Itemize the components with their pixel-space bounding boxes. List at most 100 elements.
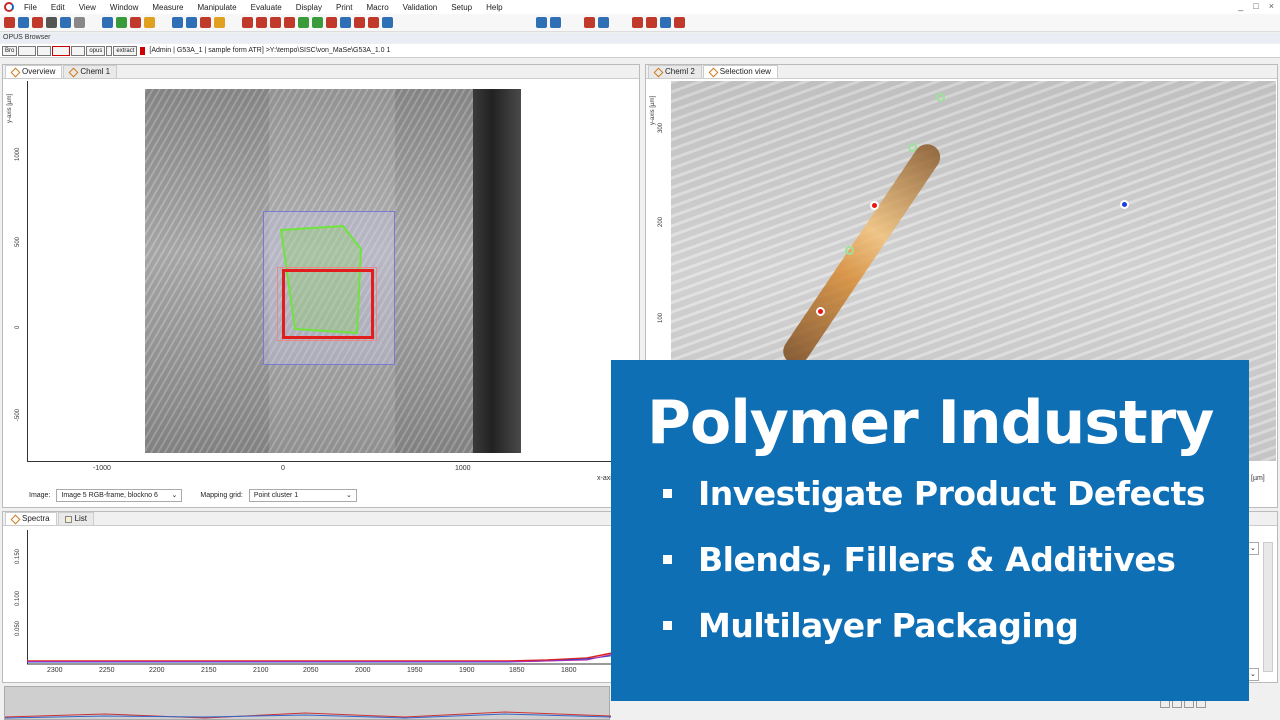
spectra-x-tick: 2050 <box>303 667 319 674</box>
mapping-area[interactable] <box>282 269 374 339</box>
measurement-point[interactable] <box>845 246 854 255</box>
menu-manipulate[interactable]: Manipulate <box>197 3 236 12</box>
measurement-point-selected[interactable] <box>816 307 825 316</box>
opus-logo-icon[interactable] <box>4 2 14 12</box>
measurement-point[interactable] <box>936 93 945 102</box>
tab-overview-label: Overview <box>22 67 56 76</box>
sample-icon[interactable] <box>116 17 127 28</box>
menu-measure[interactable]: Measure <box>152 3 183 12</box>
tab-cheml-1[interactable]: Cheml 1 <box>63 65 118 78</box>
tab-spectra[interactable]: Spectra <box>5 512 57 525</box>
window-2-icon[interactable] <box>646 17 657 28</box>
menu-display[interactable]: Display <box>296 3 322 12</box>
measurement-point-reference[interactable] <box>1120 200 1129 209</box>
tab-list[interactable]: List <box>57 512 95 525</box>
overview-microscope-image[interactable] <box>145 89 521 453</box>
window-4-icon[interactable] <box>674 17 685 28</box>
window-1-icon[interactable] <box>632 17 643 28</box>
menu-help[interactable]: Help <box>486 3 502 12</box>
manipulate-1-icon[interactable] <box>242 17 253 28</box>
open-file-icon[interactable] <box>4 17 15 28</box>
opus-browser-title: OPUS Browser <box>0 33 1280 43</box>
spectra-y-tick: 0.050 <box>15 620 21 636</box>
background-icon[interactable] <box>130 17 141 28</box>
display-1-icon[interactable] <box>536 17 547 28</box>
browser-mini-tab[interactable]: extract <box>113 45 138 56</box>
tab-selection-view[interactable]: Selection view <box>702 65 778 78</box>
manipulate-9-icon[interactable] <box>354 17 365 28</box>
image-select-value: Image 5 RGB-frame, blockno 6 <box>61 492 158 499</box>
browser-mini-tab[interactable]: opus <box>86 45 106 56</box>
tab-cheml-2[interactable]: Cheml 2 <box>648 65 702 78</box>
menu-print[interactable]: Print <box>336 3 352 12</box>
spectra-overview-strip[interactable] <box>4 686 611 720</box>
browser-mini-tab[interactable] <box>37 45 52 56</box>
menu-window[interactable]: Window <box>110 3 138 12</box>
browser-mini-tab[interactable] <box>106 45 113 56</box>
browser-path[interactable]: [Admin | G53A_1 | sample form ATR] >Y:\t… <box>149 47 390 54</box>
image-select[interactable]: Image 5 RGB-frame, blockno 6 ⌄ <box>56 489 183 502</box>
browser-mini-tab[interactable] <box>18 45 37 56</box>
manipulate-8-icon[interactable] <box>340 17 351 28</box>
manipulate-3-icon[interactable] <box>270 17 281 28</box>
browser-mini-tab[interactable] <box>71 45 86 56</box>
menu-edit[interactable]: Edit <box>51 3 65 12</box>
y-tick-label: 1000 <box>15 147 21 161</box>
measurement-point-selected[interactable] <box>870 201 879 210</box>
manipulate-6-icon[interactable] <box>312 17 323 28</box>
browser-mini-tab[interactable] <box>52 45 71 56</box>
manipulate-7-icon[interactable] <box>326 17 337 28</box>
close-button[interactable]: × <box>1269 1 1274 11</box>
print-2-icon[interactable] <box>598 17 609 28</box>
window-3-icon[interactable] <box>660 17 671 28</box>
manipulate-11-icon[interactable] <box>382 17 393 28</box>
chevron-down-icon: ⌄ <box>1250 545 1256 552</box>
print-1-icon[interactable] <box>584 17 595 28</box>
menu-evaluate[interactable]: Evaluate <box>251 3 282 12</box>
maximize-button[interactable]: □ <box>1253 1 1258 11</box>
unload-icon[interactable] <box>32 17 43 28</box>
advanced-icon[interactable] <box>144 17 155 28</box>
load-file-icon[interactable] <box>18 17 29 28</box>
tab-overview[interactable]: Overview <box>5 65 63 78</box>
grid-icon[interactable] <box>172 17 183 28</box>
manipulate-5-icon[interactable] <box>298 17 309 28</box>
menu-view[interactable]: View <box>79 3 96 12</box>
manipulate-10-icon[interactable] <box>368 17 379 28</box>
x-tick-label: 0 <box>281 465 285 472</box>
manipulate-4-icon[interactable] <box>284 17 295 28</box>
spectra-x-tick: 2300 <box>47 667 63 674</box>
print-icon[interactable] <box>74 17 85 28</box>
chevron-down-icon: ⌄ <box>1250 671 1256 678</box>
atr-icon[interactable] <box>214 17 225 28</box>
display-2-icon[interactable] <box>550 17 561 28</box>
tab-cheml-2-label: Cheml 2 <box>665 67 695 76</box>
menu-setup[interactable]: Setup <box>451 3 472 12</box>
peak-icon[interactable] <box>186 17 197 28</box>
menu-validation[interactable]: Validation <box>403 3 438 12</box>
y-tick-label: 500 <box>15 236 21 247</box>
y-tick-label: 100 <box>658 312 664 323</box>
menu-file[interactable]: File <box>24 3 37 12</box>
overview-tabstrip: Overview Cheml 1 <box>3 65 639 79</box>
spectra-x-tick: 1850 <box>509 667 525 674</box>
mapping-grid-select[interactable]: Point cluster 1 ⌄ <box>248 489 357 502</box>
minimize-button[interactable]: _ <box>1238 1 1243 11</box>
spectra-scrollbar[interactable] <box>1263 542 1273 672</box>
manipulate-2-icon[interactable] <box>256 17 267 28</box>
x-tick-label: -1000 <box>93 465 111 472</box>
measure-icon[interactable] <box>102 17 113 28</box>
undo-icon[interactable] <box>60 17 71 28</box>
spectra-x-tick: 2250 <box>99 667 115 674</box>
measurement-point[interactable] <box>908 143 917 152</box>
save-icon[interactable] <box>46 17 57 28</box>
y-tick-label: 300 <box>658 122 664 133</box>
overlay-bullet-text: Multilayer Packaging <box>698 606 1079 645</box>
spectra-plot[interactable] <box>27 530 627 666</box>
tab-selection-view-label: Selection view <box>719 67 771 76</box>
browser-mini-tab[interactable]: Bro <box>2 45 18 56</box>
scan-icon[interactable] <box>200 17 211 28</box>
spectra-x-tick: 2150 <box>201 667 217 674</box>
bullet-square-icon <box>663 489 672 498</box>
menu-macro[interactable]: Macro <box>366 3 388 12</box>
